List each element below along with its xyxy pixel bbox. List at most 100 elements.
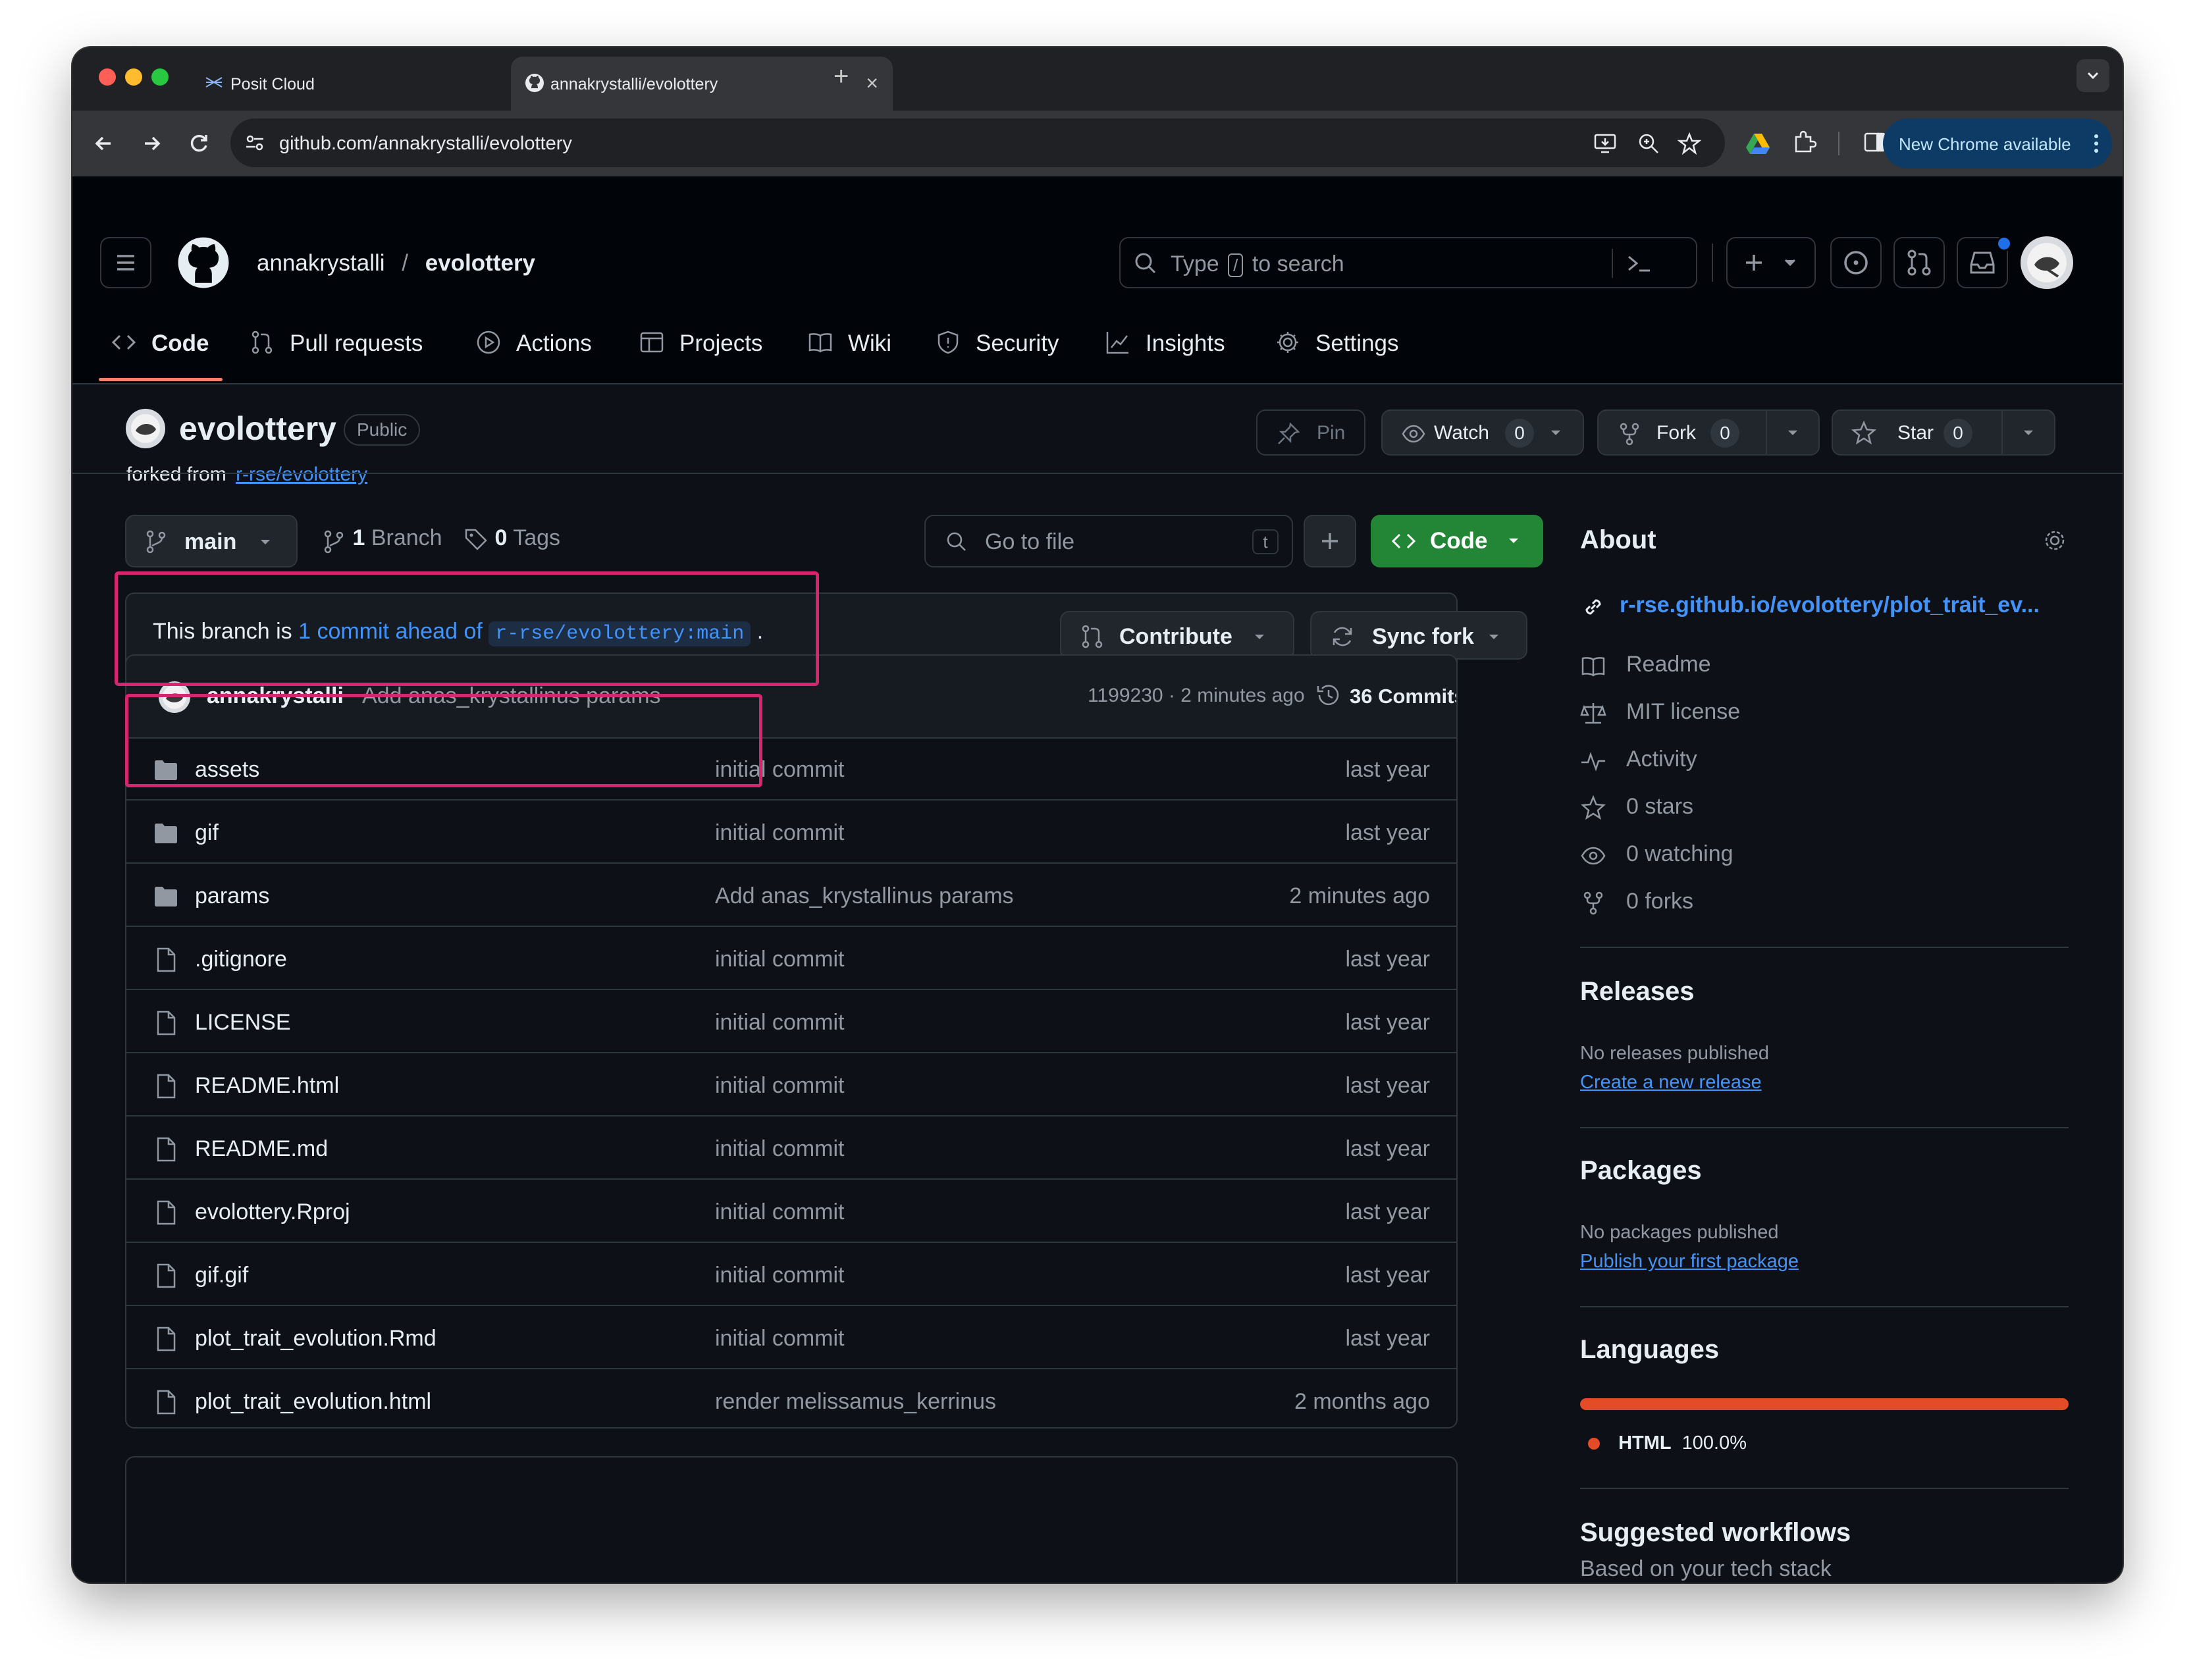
create-release-link[interactable]: Create a new release xyxy=(1580,1072,1762,1093)
install-app-icon[interactable] xyxy=(1593,132,1617,155)
folder-icon xyxy=(153,883,179,910)
issues-button[interactable] xyxy=(1830,237,1882,288)
table-row[interactable]: plot_trait_evolution.html render melissam… xyxy=(126,1369,1456,1427)
google-drive-icon[interactable] xyxy=(1745,130,1771,157)
create-new-button[interactable] xyxy=(1726,237,1816,288)
publish-package-link[interactable]: Publish your first package xyxy=(1580,1251,1799,1273)
gear-icon[interactable] xyxy=(2041,527,2069,554)
new-tab-icon[interactable]: + xyxy=(833,62,849,92)
issue-icon xyxy=(1844,251,1868,275)
menu-button[interactable] xyxy=(100,237,151,288)
file-commit-message[interactable]: render melissamus_kerrinus xyxy=(715,1389,996,1415)
pull-request-icon xyxy=(1907,249,1931,276)
branch-select-button[interactable]: main xyxy=(125,515,298,567)
file-commit-message[interactable]: initial commit xyxy=(715,1199,844,1225)
extensions-icon[interactable] xyxy=(1791,129,1817,155)
file-name[interactable]: evolottery.Rproj xyxy=(195,1199,350,1225)
forward-icon[interactable] xyxy=(137,129,166,158)
file-commit-message[interactable]: initial commit xyxy=(715,820,844,846)
pulse-icon xyxy=(1580,748,1606,774)
search-input[interactable]: Type / to search xyxy=(1119,237,1697,288)
tab-bar: Posit Cloud × annakrystalli/evolottery ×… xyxy=(72,47,2123,111)
packages-heading[interactable]: Packages xyxy=(1580,1156,1702,1186)
file-commit-message[interactable]: initial commit xyxy=(715,1136,844,1162)
file-name[interactable]: README.md xyxy=(195,1136,328,1162)
commit-meta[interactable]: 1199230 · 2 minutes ago xyxy=(1088,685,1305,707)
update-chrome-button[interactable]: New Chrome available xyxy=(1883,118,2112,169)
go-to-file-input[interactable]: Go to file t xyxy=(924,515,1293,567)
table-row[interactable]: README.md initial commit last year xyxy=(126,1116,1456,1180)
repo-link[interactable]: evolottery xyxy=(425,250,535,276)
pull-requests-button[interactable] xyxy=(1893,237,1945,288)
forked-from-link[interactable]: r-rse/evolottery xyxy=(236,463,367,485)
address-bar[interactable]: github.com/annakrystalli/evolottery xyxy=(230,118,1725,167)
file-commit-message[interactable]: initial commit xyxy=(715,1073,844,1099)
file-name[interactable]: .gitignore xyxy=(195,947,287,972)
command-palette-icon[interactable] xyxy=(1625,250,1654,276)
watch-button[interactable]: Watch 0 xyxy=(1381,409,1584,456)
contribute-button[interactable]: Contribute xyxy=(1060,611,1294,660)
file-commit-message[interactable]: initial commit xyxy=(715,1263,844,1288)
star-icon xyxy=(1580,795,1606,822)
table-row[interactable]: plot_trait_evolution.Rmd initial commit la… xyxy=(126,1306,1456,1369)
chevron-down-icon[interactable] xyxy=(1785,428,1800,438)
file-commit-message[interactable]: initial commit xyxy=(715,1326,844,1352)
file-icon xyxy=(153,1389,179,1415)
close-window-button[interactable] xyxy=(99,68,116,86)
site-info-icon[interactable] xyxy=(244,132,266,154)
sync-fork-button[interactable]: Sync fork xyxy=(1310,611,1527,660)
file-name[interactable]: LICENSE xyxy=(195,1010,291,1036)
tags-link[interactable]: 0 Tags xyxy=(463,525,560,552)
watch-label: Watch xyxy=(1434,422,1489,444)
language-name: HTML xyxy=(1618,1432,1672,1454)
tab-label: Actions xyxy=(516,330,592,356)
commits-count-link[interactable]: 36 Commits xyxy=(1350,685,1456,708)
language-item-html[interactable]: HTML 100.0% xyxy=(1588,1432,1747,1454)
tab-search-button[interactable] xyxy=(2076,59,2109,92)
bookmark-star-icon[interactable] xyxy=(1678,132,1701,155)
file-commit-message[interactable]: Add anas_krystallinus params xyxy=(715,883,1014,909)
back-icon[interactable] xyxy=(90,129,119,158)
table-row[interactable]: evolottery.Rproj initial commit last year xyxy=(126,1180,1456,1243)
repo-name[interactable]: evolottery xyxy=(179,409,336,448)
github-logo-icon[interactable] xyxy=(176,236,230,290)
repo-avatar xyxy=(125,408,166,449)
table-row[interactable]: gif.gif initial commit last year xyxy=(126,1243,1456,1306)
zoom-icon[interactable] xyxy=(1637,132,1660,155)
owner-link[interactable]: annakrystalli xyxy=(257,250,385,276)
releases-heading[interactable]: Releases xyxy=(1580,977,1694,1007)
user-avatar[interactable] xyxy=(2020,236,2074,290)
maximize-window-button[interactable] xyxy=(151,68,169,86)
file-name[interactable]: gif.gif xyxy=(195,1263,248,1288)
add-file-button[interactable] xyxy=(1304,515,1356,567)
table-row[interactable]: gif initial commit last year xyxy=(126,801,1456,864)
chevron-down-icon[interactable] xyxy=(2021,428,2036,438)
fork-button[interactable]: Fork 0 xyxy=(1597,409,1820,456)
minimize-window-button[interactable] xyxy=(125,68,142,86)
star-button[interactable]: Star 0 xyxy=(1832,409,2055,456)
file-commit-message[interactable]: initial commit xyxy=(715,947,844,972)
tab-label: Settings xyxy=(1315,330,1399,356)
file-name[interactable]: gif xyxy=(195,820,219,846)
sidebar-divider xyxy=(1580,1488,2069,1489)
table-row[interactable]: LICENSE initial commit last year xyxy=(126,990,1456,1053)
branches-link[interactable]: 1 Branch xyxy=(321,525,442,554)
tag-icon xyxy=(463,527,489,552)
watching-label: 0 watching xyxy=(1626,841,1733,866)
table-row[interactable]: .gitignore initial commit last year xyxy=(126,927,1456,990)
pin-button[interactable]: Pin xyxy=(1256,409,1365,456)
code-dropdown-button[interactable]: Code xyxy=(1371,515,1543,567)
file-icon xyxy=(153,1010,179,1036)
chevron-down-icon xyxy=(1252,632,1267,643)
reload-icon[interactable] xyxy=(184,129,213,158)
file-name[interactable]: params xyxy=(195,883,269,909)
file-commit-message[interactable]: initial commit xyxy=(715,1010,844,1036)
tab-label: Projects xyxy=(679,330,763,356)
file-name[interactable]: README.html xyxy=(195,1073,339,1099)
file-name[interactable]: plot_trait_evolution.html xyxy=(195,1389,431,1415)
table-row[interactable]: params Add anas_krystallinus params 2 minu… xyxy=(126,864,1456,927)
close-tab-icon[interactable]: × xyxy=(866,71,878,95)
file-name[interactable]: plot_trait_evolution.Rmd xyxy=(195,1326,436,1352)
table-row[interactable]: README.html initial commit last year xyxy=(126,1053,1456,1116)
inbox-button[interactable] xyxy=(1957,236,2012,288)
